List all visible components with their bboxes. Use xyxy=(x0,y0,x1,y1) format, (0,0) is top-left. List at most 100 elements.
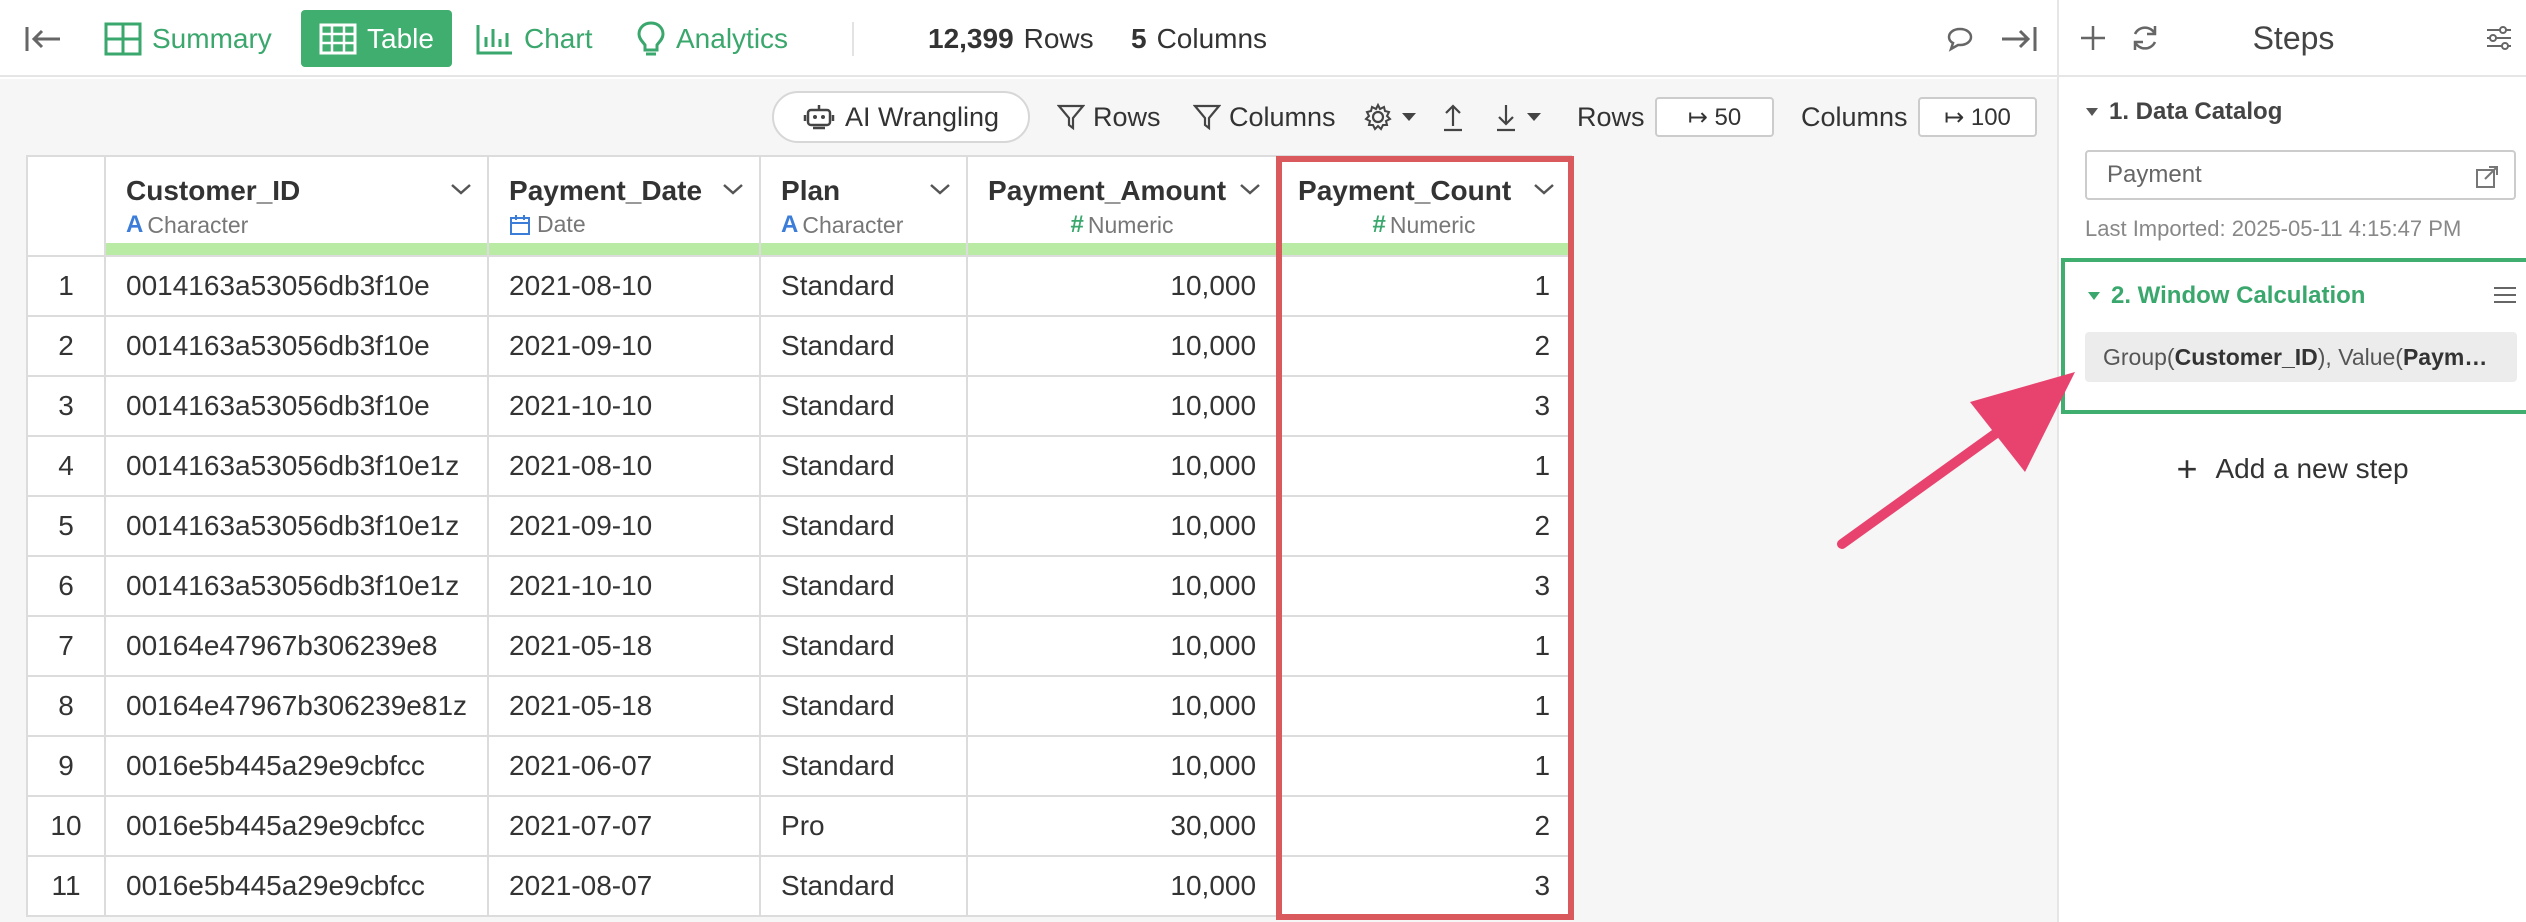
chevron-down-icon[interactable] xyxy=(449,181,473,197)
column-header-payment-count[interactable]: Payment_Count # Numeric xyxy=(1276,155,1573,257)
row-number[interactable]: 7 xyxy=(26,615,106,677)
export-up-button[interactable] xyxy=(1441,79,1473,155)
row-number[interactable]: 6 xyxy=(26,555,106,617)
hamburger-menu-icon[interactable] xyxy=(2492,284,2518,306)
cell-payment-date[interactable]: 2021-06-07 xyxy=(487,735,762,797)
cell-payment-count[interactable]: 2 xyxy=(1276,795,1573,857)
row-number[interactable]: 2 xyxy=(26,315,106,377)
table-row[interactable]: 5 0014163a53056db3f10e1z 2021-09-10 Standar… xyxy=(26,495,1573,557)
cell-payment-count[interactable]: 1 xyxy=(1276,255,1573,317)
cell-payment-amount[interactable]: 30,000 xyxy=(966,795,1279,857)
cell-customer-id[interactable]: 0014163a53056db3f10e xyxy=(103,375,490,437)
cell-plan[interactable]: Standard xyxy=(759,495,969,557)
table-row[interactable]: 10 0016e5b445a29e9cbfcc 2021-07-07 Pro 30,00… xyxy=(26,795,1573,857)
cell-payment-amount[interactable]: 10,000 xyxy=(966,615,1279,677)
chevron-down-icon[interactable] xyxy=(1532,181,1556,197)
cell-payment-amount[interactable]: 10,000 xyxy=(966,555,1279,617)
cell-payment-amount[interactable]: 10,000 xyxy=(966,735,1279,797)
cell-plan[interactable]: Standard xyxy=(759,615,969,677)
download-dropdown-button[interactable] xyxy=(1494,79,1550,155)
chevron-down-icon[interactable] xyxy=(1238,181,1262,197)
row-number[interactable]: 5 xyxy=(26,495,106,557)
tab-analytics[interactable]: Analytics xyxy=(636,0,788,77)
cell-plan[interactable]: Standard xyxy=(759,855,969,917)
cell-plan[interactable]: Pro xyxy=(759,795,969,857)
cell-payment-date[interactable]: 2021-05-18 xyxy=(487,615,762,677)
add-new-step-button[interactable]: + Add a new step xyxy=(2059,448,2526,490)
step-header[interactable]: 2. Window Calculation xyxy=(2087,282,2365,310)
cell-payment-amount[interactable]: 10,000 xyxy=(966,315,1279,377)
collapse-left-icon[interactable] xyxy=(24,0,74,77)
cell-payment-amount[interactable]: 10,000 xyxy=(966,255,1279,317)
comment-icon[interactable] xyxy=(1946,0,1984,77)
cell-payment-count[interactable]: 2 xyxy=(1276,495,1573,557)
cell-plan[interactable]: Standard xyxy=(759,255,969,317)
table-row[interactable]: 3 0014163a53056db3f10e 2021-10-10 Standard 1… xyxy=(26,375,1573,437)
ai-wrangling-button[interactable]: AI Wrangling xyxy=(772,91,1030,143)
cell-payment-amount[interactable]: 10,000 xyxy=(966,495,1279,557)
cell-plan[interactable]: Standard xyxy=(759,675,969,737)
row-number[interactable]: 8 xyxy=(26,675,106,737)
row-number[interactable]: 3 xyxy=(26,375,106,437)
cell-payment-count[interactable]: 2 xyxy=(1276,315,1573,377)
table-row[interactable]: 9 0016e5b445a29e9cbfcc 2021-06-07 Standard 1… xyxy=(26,735,1573,797)
columns-limit-input[interactable]: ↦ 100 xyxy=(1918,97,2037,137)
collapse-right-icon[interactable] xyxy=(1998,0,2048,77)
cell-customer-id[interactable]: 00164e47967b306239e8 xyxy=(103,615,490,677)
external-link-icon[interactable] xyxy=(2474,164,2500,190)
row-number[interactable]: 4 xyxy=(26,435,106,497)
column-header-payment-date[interactable]: Payment_Date Date xyxy=(487,155,762,257)
filter-columns-button[interactable]: Columns xyxy=(1193,79,1336,155)
cell-payment-date[interactable]: 2021-08-10 xyxy=(487,255,762,317)
table-row[interactable]: 2 0014163a53056db3f10e 2021-09-10 Standard 1… xyxy=(26,315,1573,377)
rows-limit-input[interactable]: ↦ 50 xyxy=(1655,97,1774,137)
table-row[interactable]: 1 0014163a53056db3f10e 2021-08-10 Standard 1… xyxy=(26,255,1573,317)
cell-payment-count[interactable]: 3 xyxy=(1276,855,1573,917)
cell-payment-count[interactable]: 1 xyxy=(1276,675,1573,737)
step-data-catalog[interactable]: 1. Data Catalog xyxy=(2085,98,2282,126)
cell-payment-count[interactable]: 1 xyxy=(1276,615,1573,677)
cell-customer-id[interactable]: 0016e5b445a29e9cbfcc xyxy=(103,855,490,917)
cell-payment-date[interactable]: 2021-09-10 xyxy=(487,495,762,557)
data-catalog-source-field[interactable]: Payment xyxy=(2085,150,2516,200)
table-row[interactable]: 7 00164e47967b306239e8 2021-05-18 Standard 1… xyxy=(26,615,1573,677)
tab-summary[interactable]: Summary xyxy=(104,0,272,77)
cell-plan[interactable]: Standard xyxy=(759,375,969,437)
cell-plan[interactable]: Standard xyxy=(759,435,969,497)
tab-table[interactable]: Table xyxy=(301,10,452,67)
cell-plan[interactable]: Standard xyxy=(759,315,969,377)
column-header-customer-id[interactable]: Customer_ID A Character xyxy=(103,155,490,257)
cell-customer-id[interactable]: 0016e5b445a29e9cbfcc xyxy=(103,795,490,857)
cell-payment-amount[interactable]: 10,000 xyxy=(966,375,1279,437)
cell-plan[interactable]: Standard xyxy=(759,555,969,617)
cell-payment-count[interactable]: 3 xyxy=(1276,375,1573,437)
chevron-down-icon[interactable] xyxy=(928,181,952,197)
cell-customer-id[interactable]: 0014163a53056db3f10e xyxy=(103,255,490,317)
cell-payment-count[interactable]: 1 xyxy=(1276,435,1573,497)
table-row[interactable]: 8 00164e47967b306239e81z 2021-05-18 Standar… xyxy=(26,675,1573,737)
cell-payment-date[interactable]: 2021-08-07 xyxy=(487,855,762,917)
row-number[interactable]: 11 xyxy=(26,855,106,917)
step-detail[interactable]: Group(Customer_ID), Value(Paym… xyxy=(2085,332,2517,382)
column-header-plan[interactable]: Plan A Character xyxy=(759,155,969,257)
cell-customer-id[interactable]: 0014163a53056db3f10e1z xyxy=(103,555,490,617)
cell-customer-id[interactable]: 0014163a53056db3f10e1z xyxy=(103,435,490,497)
cell-payment-date[interactable]: 2021-10-10 xyxy=(487,375,762,437)
tab-chart[interactable]: Chart xyxy=(476,0,592,77)
cell-payment-date[interactable]: 2021-10-10 xyxy=(487,555,762,617)
settings-sliders-icon[interactable] xyxy=(2483,22,2515,54)
cell-payment-date[interactable]: 2021-07-07 xyxy=(487,795,762,857)
row-number[interactable]: 1 xyxy=(26,255,106,317)
step-window-calculation[interactable]: 2. Window Calculation Group(Customer_ID)… xyxy=(2061,258,2526,414)
cell-customer-id[interactable]: 00164e47967b306239e81z xyxy=(103,675,490,737)
cell-payment-count[interactable]: 3 xyxy=(1276,555,1573,617)
table-row[interactable]: 11 0016e5b445a29e9cbfcc 2021-08-07 Standard… xyxy=(26,855,1573,917)
cell-payment-date[interactable]: 2021-09-10 xyxy=(487,315,762,377)
table-row[interactable]: 6 0014163a53056db3f10e1z 2021-10-10 Standar… xyxy=(26,555,1573,617)
cell-payment-amount[interactable]: 10,000 xyxy=(966,675,1279,737)
cell-payment-amount[interactable]: 10,000 xyxy=(966,855,1279,917)
cell-customer-id[interactable]: 0014163a53056db3f10e xyxy=(103,315,490,377)
cell-customer-id[interactable]: 0014163a53056db3f10e1z xyxy=(103,495,490,557)
chevron-down-icon[interactable] xyxy=(721,181,745,197)
table-row[interactable]: 4 0014163a53056db3f10e1z 2021-08-10 Standar… xyxy=(26,435,1573,497)
